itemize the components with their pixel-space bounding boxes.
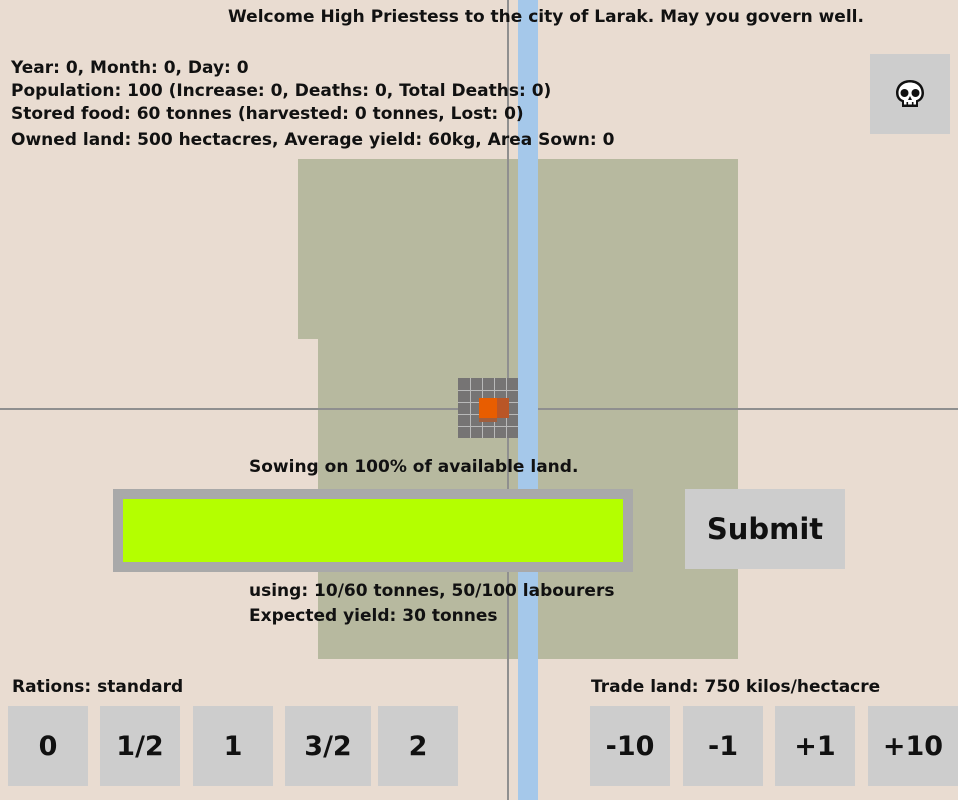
rations-three-halves-button[interactable]: 3/2 bbox=[285, 706, 371, 786]
rations-2-button[interactable]: 2 bbox=[378, 706, 458, 786]
skull-icon bbox=[896, 80, 924, 107]
welcome-message: Welcome High Priestess to the city of La… bbox=[228, 7, 864, 27]
sowing-label: Sowing on 100% of available land. bbox=[249, 457, 579, 477]
sowing-usage: using: 10/60 tonnes, 50/100 labourers bbox=[249, 581, 615, 601]
rations-0-button[interactable]: 0 bbox=[8, 706, 88, 786]
rations-label: Rations: standard bbox=[12, 677, 184, 697]
deaths-button[interactable] bbox=[870, 54, 950, 134]
city-fire-icon bbox=[479, 398, 497, 418]
population-readout: Population: 100 (Increase: 0, Deaths: 0,… bbox=[11, 81, 552, 101]
city-fire-glow bbox=[497, 398, 509, 418]
trade-minus-10-button[interactable]: -10 bbox=[590, 706, 670, 786]
food-readout: Stored food: 60 tonnes (harvested: 0 ton… bbox=[11, 104, 524, 124]
rations-1-button[interactable]: 1 bbox=[193, 706, 273, 786]
date-readout: Year: 0, Month: 0, Day: 0 bbox=[11, 58, 249, 78]
sowing-slider[interactable] bbox=[113, 489, 633, 572]
city-larak[interactable] bbox=[458, 378, 518, 438]
trade-minus-1-button[interactable]: -1 bbox=[683, 706, 763, 786]
submit-button[interactable]: Submit bbox=[685, 489, 845, 569]
trade-land-label: Trade land: 750 kilos/hectacre bbox=[591, 677, 881, 697]
trade-plus-10-button[interactable]: +10 bbox=[868, 706, 958, 786]
city-fire-glow-low bbox=[479, 418, 497, 422]
trade-plus-1-button[interactable]: +1 bbox=[775, 706, 855, 786]
land-readout: Owned land: 500 hectacres, Average yield… bbox=[11, 130, 615, 150]
rations-half-button[interactable]: 1/2 bbox=[100, 706, 180, 786]
sowing-slider-fill bbox=[123, 499, 623, 562]
expected-yield: Expected yield: 30 tonnes bbox=[249, 606, 498, 626]
